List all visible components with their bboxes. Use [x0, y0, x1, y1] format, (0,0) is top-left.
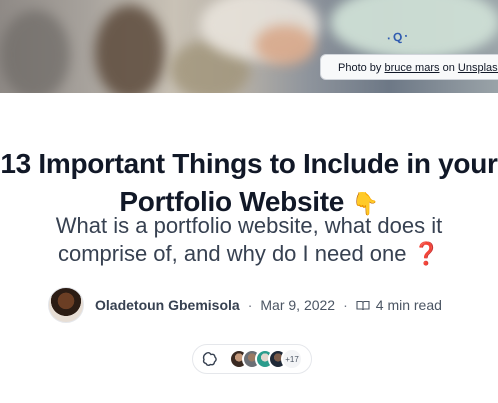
author-name[interactable]: Oladetoun Gbemisola [95, 297, 240, 313]
read-time: 4 min read [375, 297, 442, 313]
cover-shape [255, 25, 315, 65]
title-line-1: 13 Important Things to Include in your [0, 147, 498, 179]
subtitle-line-1: What is a portfolio website, what does i… [55, 213, 443, 238]
reactor-avatars: +17 [229, 348, 303, 370]
source-link[interactable]: Unsplash [458, 62, 498, 74]
separator-dot: · [343, 297, 348, 313]
subtitle-text: comprise of, and why do I need one [57, 241, 407, 266]
cover-shape [95, 5, 165, 93]
publish-date[interactable]: Mar 9, 2022 [260, 297, 335, 313]
cover-shape [0, 10, 70, 93]
reactions-pill[interactable]: +17 [192, 344, 312, 374]
separator-dot: · [247, 297, 253, 313]
subtitle-line-2: comprise of, and why do I need one ❓ [0, 240, 498, 268]
article-subtitle: What is a portfolio website, what does i… [0, 212, 498, 268]
reaction-icon[interactable] [201, 350, 219, 368]
cover-shape [330, 0, 498, 60]
author-meta: Oladetoun Gbemisola · Mar 9, 2022 · 4 mi… [48, 287, 442, 323]
question-mark-icon: ❓ [412, 241, 441, 266]
photo-credit: Photo by bruce mars on Unsplash [320, 54, 498, 80]
photographer-link[interactable]: bruce mars [384, 62, 439, 74]
book-open-icon [356, 300, 370, 310]
credit-middle: on [442, 62, 455, 74]
avatar[interactable] [48, 287, 84, 323]
credit-prefix: Photo by [338, 62, 382, 74]
reactor-count-badge[interactable]: +17 [281, 348, 303, 370]
